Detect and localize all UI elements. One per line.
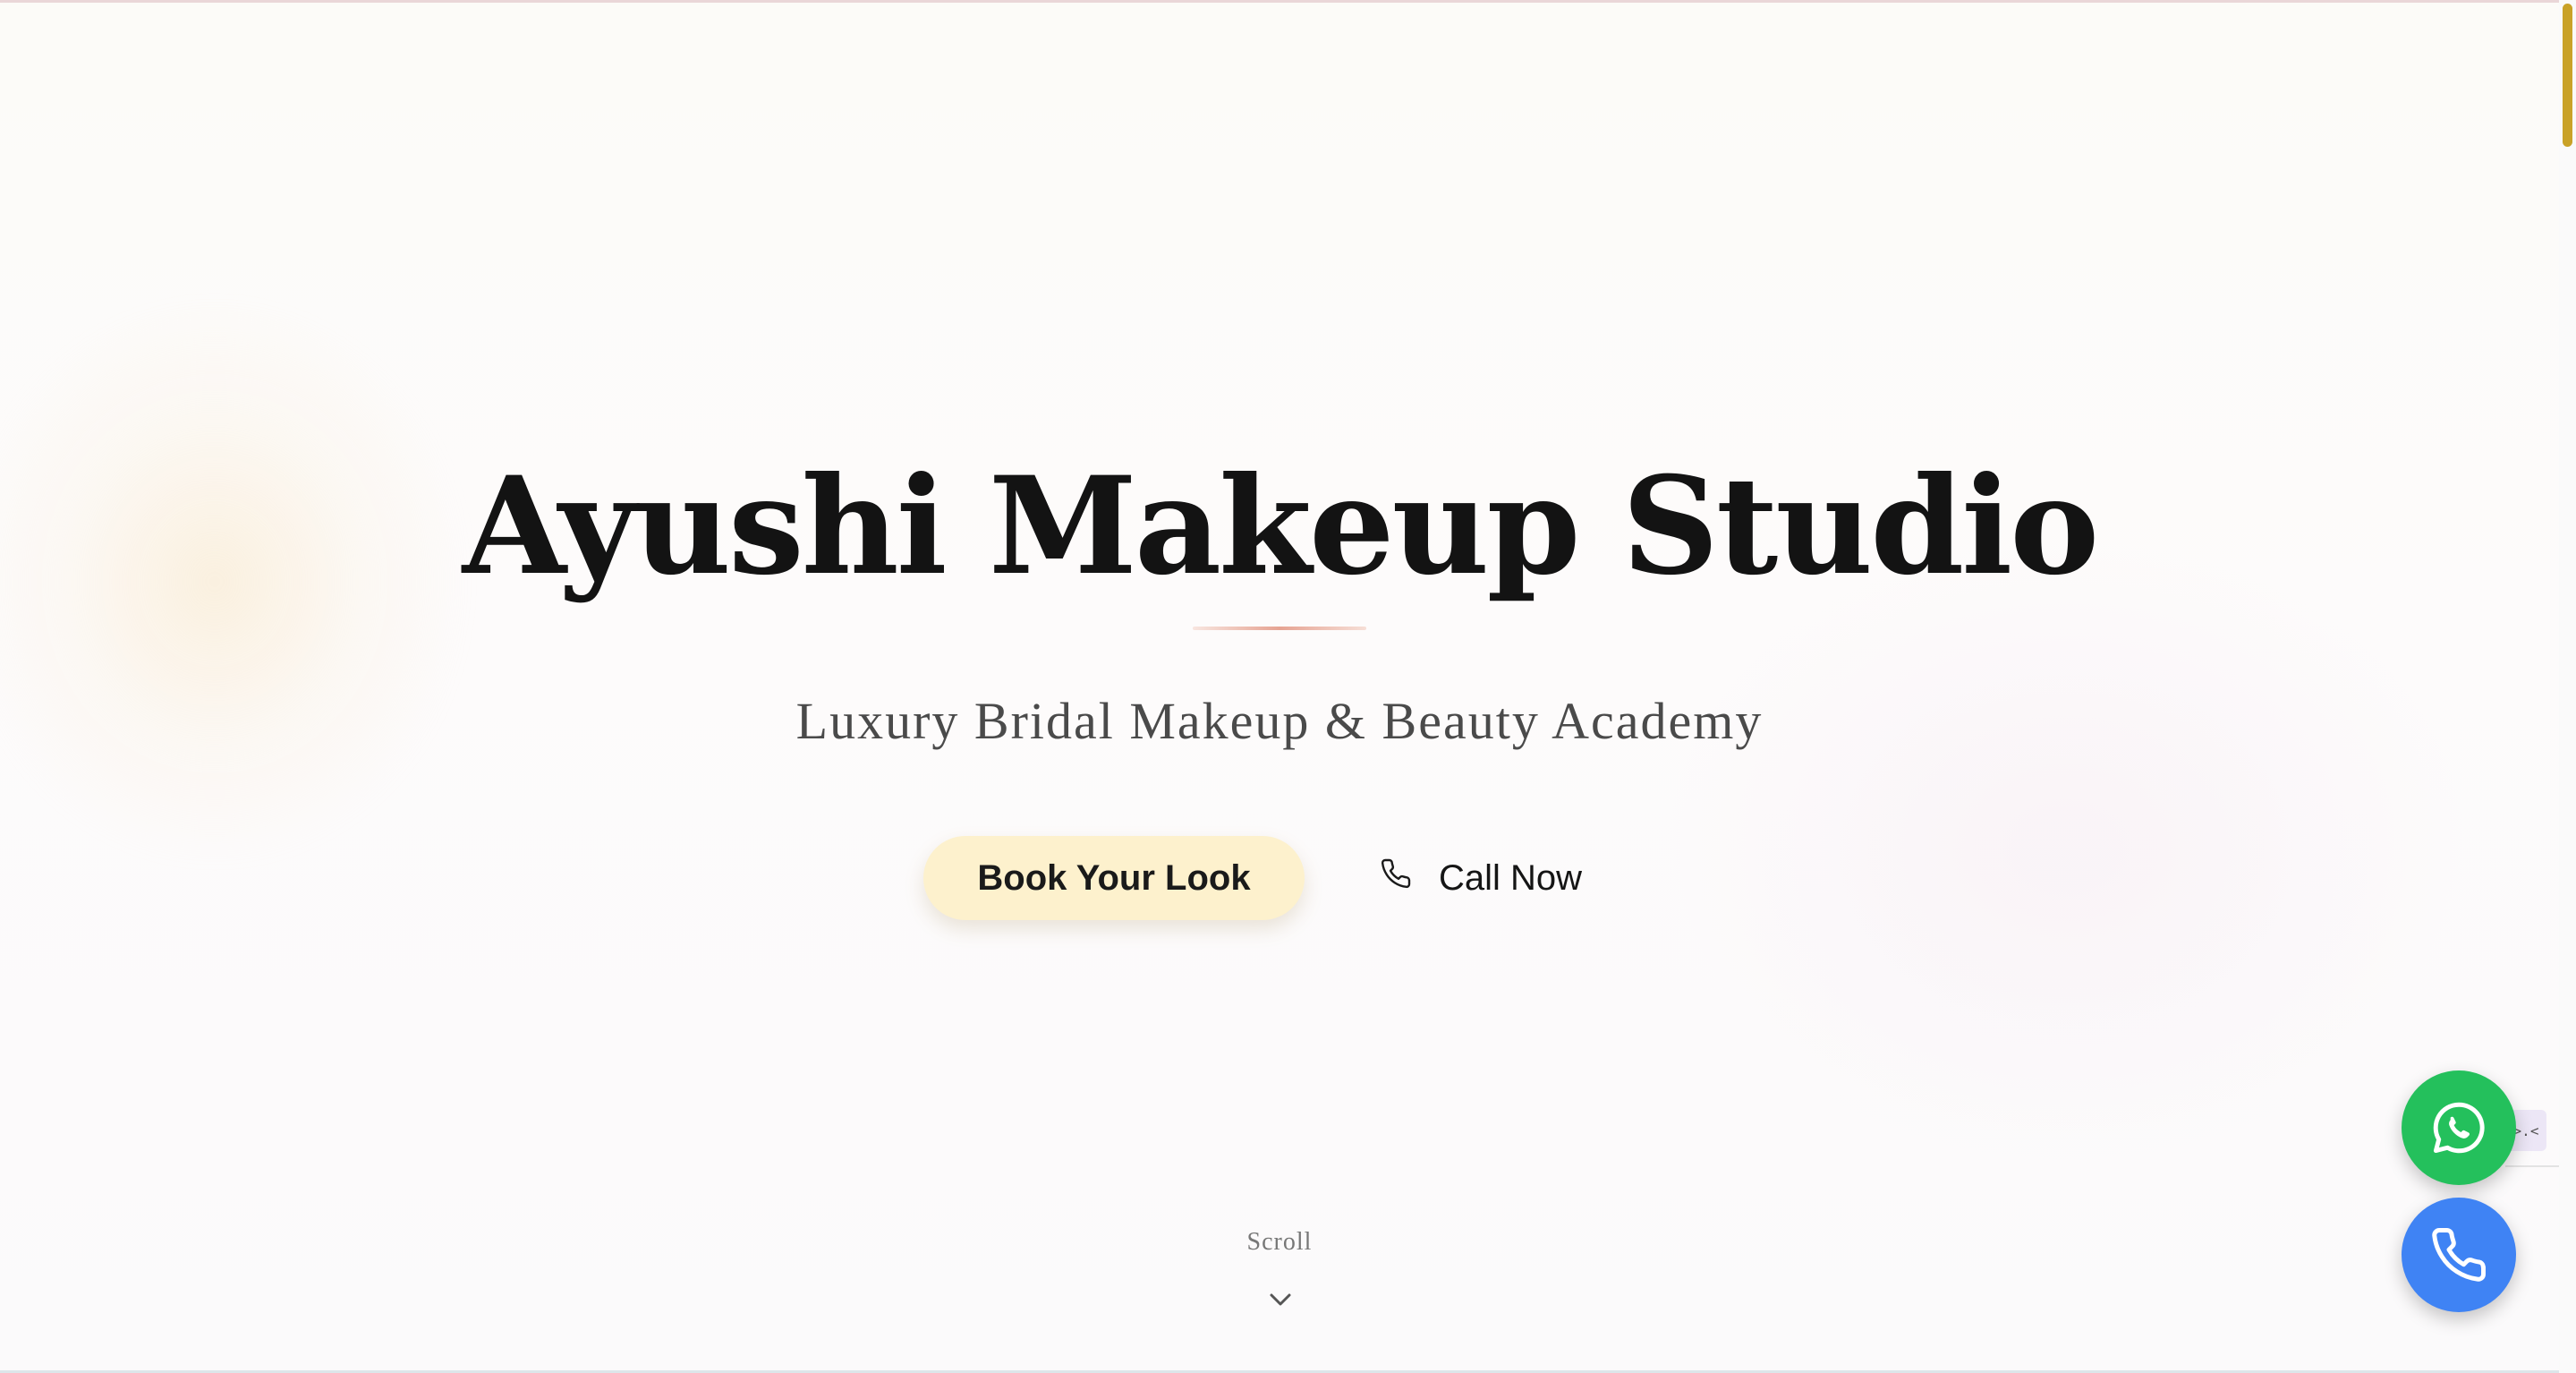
cta-row: Book Your Look Call Now (0, 836, 2559, 922)
side-widget-divider (2505, 1165, 2559, 1167)
chevron-down-icon[interactable] (1267, 1289, 1294, 1310)
book-your-look-button[interactable]: Book Your Look (923, 836, 1305, 920)
phone-call-button[interactable] (2402, 1198, 2516, 1312)
phone-icon (1380, 857, 1412, 899)
phone-icon (2432, 1228, 2486, 1282)
hero-section: Ayushi Makeup Studio Luxury Bridal Makeu… (0, 0, 2559, 1373)
hero-subtitle: Luxury Bridal Makeup & Beauty Academy (795, 692, 1764, 750)
scrollbar-track[interactable] (2559, 0, 2576, 1373)
scrollbar-thumb[interactable] (2563, 4, 2572, 147)
title-divider (1193, 627, 1366, 630)
whatsapp-icon (2433, 1102, 2485, 1154)
hero-title: Ayushi Makeup Studio (462, 448, 2100, 605)
scroll-label[interactable]: Scroll (0, 1228, 2559, 1257)
call-now-label: Call Now (1439, 857, 1583, 898)
call-now-button[interactable]: Call Now (1367, 836, 1654, 920)
whatsapp-button[interactable] (2402, 1070, 2516, 1185)
